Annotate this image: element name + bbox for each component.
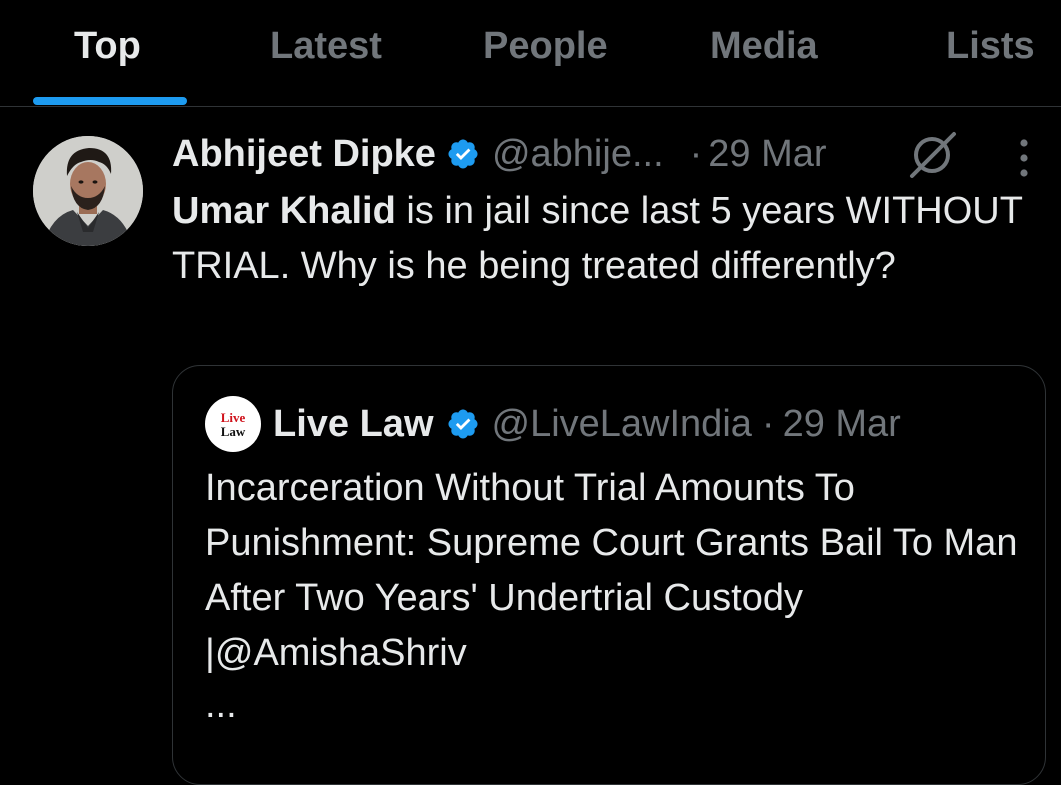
tab-latest[interactable]: Latest — [270, 20, 382, 72]
grok-icon[interactable] — [906, 128, 960, 180]
tab-media[interactable]: Media — [710, 20, 818, 72]
verified-badge-icon — [446, 137, 480, 171]
avatar[interactable] — [33, 136, 143, 246]
quoted-tweet-text: Incarceration Without Trial Amounts To P… — [205, 467, 1018, 674]
quoted-author-name[interactable]: Live Law — [273, 403, 434, 446]
author-name[interactable]: Abhijeet Dipke — [172, 133, 436, 176]
tweet-header: Abhijeet Dipke @abhije... · 29 Mar — [172, 128, 827, 180]
verified-badge-icon — [446, 407, 480, 441]
quoted-tweet-ellipsis: ... — [205, 684, 237, 726]
quoted-tweet-date[interactable]: 29 Mar — [783, 403, 901, 446]
livelaw-logo[interactable]: Live Law — [205, 396, 261, 452]
separator-dot: · — [761, 402, 775, 445]
tab-people[interactable]: People — [483, 20, 608, 72]
tweet-date[interactable]: 29 Mar — [708, 133, 826, 176]
tweet-text: Umar Khalid is in jail since last 5 year… — [172, 184, 1032, 294]
author-handle[interactable]: @abhije... — [492, 133, 664, 176]
quoted-tweet[interactable]: Live Law Live Law @LiveLawIndia · 29 Mar… — [172, 365, 1046, 785]
tab-lists[interactable]: Lists — [946, 20, 1035, 72]
svg-text:Live: Live — [221, 410, 246, 425]
svg-text:Law: Law — [221, 424, 246, 439]
more-options-icon[interactable] — [1012, 137, 1036, 179]
quoted-tweet-header: Live Law Live Law @LiveLawIndia · 29 Mar — [205, 396, 901, 452]
quoted-author-handle[interactable]: @LiveLawIndia — [492, 403, 752, 446]
search-tabs: Top Latest People Media Lists — [0, 0, 1061, 107]
mentioned-name[interactable]: Umar Khalid — [172, 190, 396, 232]
active-tab-indicator — [33, 97, 187, 105]
separator-dot: · — [689, 132, 703, 175]
tab-top[interactable]: Top — [74, 20, 141, 72]
